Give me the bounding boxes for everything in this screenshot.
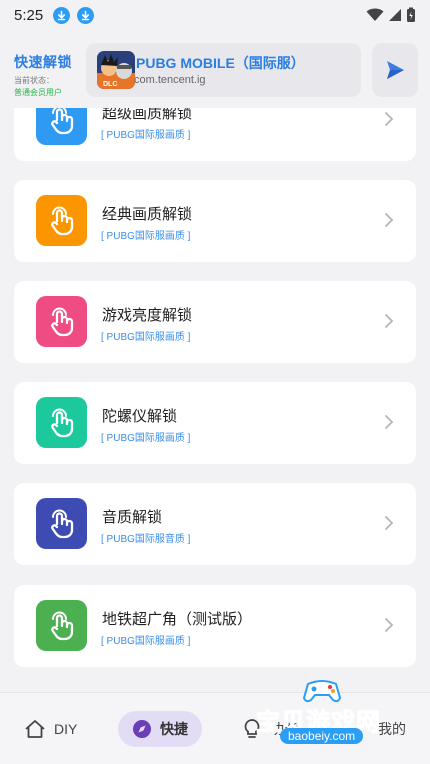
play-icon: [387, 61, 404, 79]
tap-hand-icon: [36, 600, 87, 651]
chevron-right-icon: [384, 515, 394, 530]
chevron-right-icon: [384, 212, 394, 227]
chevron-right-icon: [384, 617, 394, 632]
card-subtitle: [ PUBG国际服画质 ]: [101, 636, 191, 647]
status-label: 当前状态：: [14, 76, 54, 85]
chevron-right-icon: [384, 313, 394, 328]
card-title: 音质解锁: [102, 509, 163, 526]
brand: 快速解锁 当前状态： 普通会员用户: [14, 52, 72, 98]
watermark: 宝贝游戏网 baobeiy.com: [250, 676, 400, 764]
unlock-card[interactable]: 地铁超广角（测试版） [ PUBG国际服画质 ]: [14, 585, 416, 667]
nav-quick-label: 快捷: [160, 721, 188, 737]
nav-diy[interactable]: DIY: [24, 711, 77, 747]
tap-hand-icon: [36, 498, 87, 549]
nav-diy-label: DIY: [54, 721, 78, 737]
tap-hand-icon: [36, 296, 87, 347]
unlock-card[interactable]: 陀螺仪解锁 [ PUBG国际服画质 ]: [14, 382, 416, 464]
card-subtitle: [ PUBG国际服画质 ]: [101, 433, 191, 444]
game-selector[interactable]: DLC PUBG MOBILE（国际服） com.tencent.ig: [86, 43, 361, 97]
game-name: PUBG MOBILE（国际服）: [136, 55, 305, 71]
card-title: 陀螺仪解锁: [102, 408, 178, 425]
brand-title: 快速解锁: [14, 54, 72, 70]
game-icon-caption: DLC: [103, 81, 117, 88]
member-label: 普通会员用户: [14, 88, 62, 97]
unlock-list: 超级画质解锁[ PUBG国际服画质 ] 经典画质解锁[ PUBG国际服画质 ] 游戏…: [0, 0, 430, 764]
chevron-right-icon: [384, 414, 394, 429]
card-subtitle: [ PUBG国际服画质 ]: [101, 130, 191, 141]
card-subtitle: [ PUBG国际服音质 ]: [101, 534, 191, 545]
card-title: 地铁超广角（测试版）: [102, 611, 253, 628]
card-subtitle: [ PUBG国际服画质 ]: [101, 231, 191, 242]
card-title: 经典画质解锁: [102, 206, 193, 223]
launch-game-button[interactable]: [372, 43, 418, 97]
card-title: 游戏亮度解锁: [102, 307, 193, 324]
chevron-right-icon: [384, 111, 394, 126]
nav-quick[interactable]: 快捷: [118, 711, 202, 747]
header: 快速解锁 当前状态： 普通会员用户 DLC PUBG MOBILE（国际服） c…: [0, 30, 430, 108]
unlock-card[interactable]: 经典画质解锁 [ PUBG国际服画质 ]: [14, 180, 416, 262]
unlock-card[interactable]: 音质解锁 [ PUBG国际服音质 ]: [14, 483, 416, 565]
unlock-card[interactable]: 游戏亮度解锁 [ PUBG国际服画质 ]: [14, 281, 416, 363]
home-icon: [25, 720, 45, 738]
gamepad-icon: [302, 680, 342, 703]
tap-hand-icon: [36, 195, 87, 246]
tap-hand-icon: [36, 397, 87, 448]
compass-icon: [133, 720, 151, 738]
game-package: com.tencent.ig: [134, 74, 206, 86]
card-subtitle: [ PUBG国际服画质 ]: [101, 332, 191, 343]
game-icon: DLC: [97, 51, 135, 89]
watermark-url: baobeiy.com: [280, 728, 364, 744]
